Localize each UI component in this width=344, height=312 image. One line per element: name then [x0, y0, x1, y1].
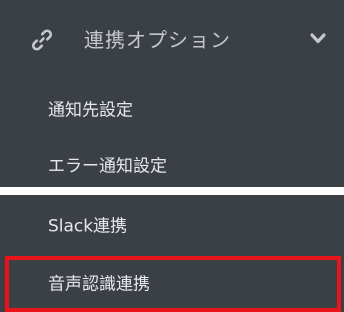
- menu-header-integration-options[interactable]: 連携オプション: [0, 0, 344, 80]
- sidebar-menu: 連携オプション 通知先設定 エラー通知設定 Slack連携 音声認識連携: [0, 0, 344, 312]
- menu-item-label: 通知先設定: [48, 100, 133, 121]
- menu-item-label: Slack連携: [48, 216, 128, 237]
- menu-header-label: 連携オプション: [84, 28, 231, 52]
- chevron-down-icon[interactable]: [310, 32, 326, 46]
- menu-item-error-notification[interactable]: エラー通知設定: [0, 136, 344, 192]
- menu-item-voice-recognition-integration[interactable]: 音声認識連携: [0, 252, 344, 312]
- section-divider: [0, 187, 344, 195]
- menu-item-label: 音声認識連携: [48, 274, 150, 295]
- menu-item-notification-destination[interactable]: 通知先設定: [0, 80, 344, 136]
- menu-item-slack-integration[interactable]: Slack連携: [0, 196, 344, 252]
- menu-item-label: エラー通知設定: [48, 156, 167, 177]
- link-icon: [31, 29, 53, 51]
